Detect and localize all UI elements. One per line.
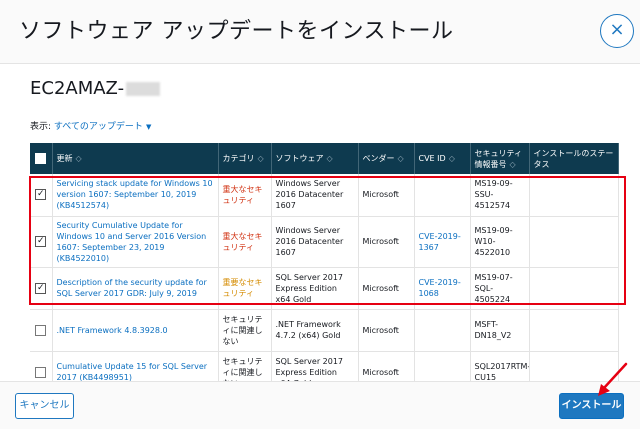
column-header-cve[interactable]: CVE ID ◇ — [414, 143, 471, 174]
table-row[interactable]: ✓ Security Cumulative Update for Windows… — [30, 216, 619, 268]
bulletin-cell: MS19-09-SSU-4512574 — [470, 174, 530, 217]
column-header-category[interactable]: カテゴリ ◇ — [218, 143, 272, 174]
table-row[interactable]: .NET Framework 4.8.3928.0 セキュリティに関連しない .… — [30, 309, 619, 352]
table-header-row: 更新 ◇ カテゴリ ◇ ソフトウェア ◇ ベンダー ◇ CVE ID ◇ セキュリティ情報… — [30, 143, 619, 174]
select-all-checkbox[interactable] — [35, 153, 47, 164]
vendor-cell: Microsoft — [358, 174, 415, 217]
software-cell: Windows Server 2016 Datacenter 1607 — [271, 174, 359, 217]
row-checkbox-cell: ✓ — [30, 174, 53, 217]
cve-link[interactable]: CVE-2019-1367 — [414, 216, 471, 268]
sort-icon: ◇ — [448, 154, 455, 163]
status-cell — [529, 309, 619, 352]
sort-icon: ◇ — [257, 154, 264, 163]
row-checkbox[interactable] — [35, 366, 47, 378]
select-all-cell — [30, 143, 53, 174]
close-button[interactable]: × — [600, 14, 634, 48]
column-header-software[interactable]: ソフトウェア ◇ — [271, 143, 359, 174]
update-link[interactable]: Security Cumulative Update for Windows 1… — [52, 216, 219, 268]
cve-link[interactable] — [414, 174, 471, 217]
filter-control: 表示: すべてのアップデート ▼ — [30, 119, 151, 132]
bulletin-cell: MS19-09-W10-4522010 — [470, 216, 530, 268]
row-checkbox[interactable]: ✓ — [35, 282, 47, 294]
update-link[interactable]: Servicing stack update for Windows 10 ve… — [52, 174, 219, 217]
dialog-header: ソフトウェア アップデートをインストール × — [0, 0, 640, 64]
instance-name: EC2AMAZ- — [30, 78, 161, 99]
column-header-vendor[interactable]: ベンダー ◇ — [358, 143, 415, 174]
category-cell: 重要なセキュリティ — [218, 267, 272, 310]
dialog-title: ソフトウェア アップデートをインストール — [19, 19, 454, 44]
row-checkbox-cell — [30, 309, 53, 352]
instance-name-text: EC2AMAZ- — [30, 78, 125, 99]
filter-dropdown[interactable]: すべてのアップデート — [54, 122, 143, 132]
column-header-status[interactable]: インストールのステータス — [529, 143, 619, 174]
row-checkbox[interactable]: ✓ — [35, 189, 47, 201]
install-button[interactable]: インストール — [559, 393, 624, 419]
cve-link[interactable] — [414, 309, 471, 352]
category-cell: 重大なセキュリティ — [218, 216, 272, 268]
table-row[interactable]: ✓ Servicing stack update for Windows 10 … — [30, 174, 619, 217]
column-header-bulletin[interactable]: セキュリティ情報番号 ◇ — [470, 143, 530, 174]
bulletin-cell: MS19-07-SQL-4505224 — [470, 267, 530, 310]
dialog-footer — [0, 381, 640, 429]
vendor-cell: Microsoft — [358, 267, 415, 310]
update-link[interactable]: .NET Framework 4.8.3928.0 — [52, 309, 219, 352]
row-checkbox-cell: ✓ — [30, 216, 53, 268]
filter-label: 表示: — [30, 122, 52, 132]
software-cell: .NET Framework 4.7.2 (x64) Gold — [271, 309, 359, 352]
software-cell: SQL Server 2017 Express Edition x64 Gold — [271, 267, 359, 310]
redacted-mask — [126, 82, 161, 96]
sort-icon: ◇ — [509, 159, 516, 169]
status-cell — [529, 267, 619, 310]
updates-table: 更新 ◇ カテゴリ ◇ ソフトウェア ◇ ベンダー ◇ CVE ID ◇ セキュリティ情報… — [30, 143, 619, 394]
category-cell: セキュリティに関連しない — [218, 309, 272, 352]
status-cell — [529, 174, 619, 217]
cve-link[interactable]: CVE-2019-1068 — [414, 267, 471, 310]
row-checkbox[interactable]: ✓ — [35, 236, 47, 247]
bulletin-cell: MSFT-DN18_V2 — [470, 309, 530, 352]
close-icon: × — [609, 19, 625, 40]
cancel-button[interactable]: キャンセル — [15, 393, 74, 419]
software-cell: Windows Server 2016 Datacenter 1607 — [271, 216, 359, 268]
sort-icon: ◇ — [75, 154, 82, 163]
row-checkbox[interactable] — [35, 324, 47, 336]
vendor-cell: Microsoft — [358, 309, 415, 352]
status-cell — [529, 216, 619, 268]
update-link[interactable]: Description of the security update for S… — [52, 267, 219, 310]
sort-icon: ◇ — [397, 154, 404, 163]
row-checkbox-cell: ✓ — [30, 267, 53, 310]
category-cell: 重大なセキュリティ — [218, 174, 272, 217]
sort-icon: ◇ — [326, 154, 333, 163]
vendor-cell: Microsoft — [358, 216, 415, 268]
caret-down-icon[interactable]: ▼ — [146, 123, 151, 131]
column-header-update[interactable]: 更新 ◇ — [52, 143, 219, 174]
table-row[interactable]: ✓ Description of the security update for… — [30, 267, 619, 310]
